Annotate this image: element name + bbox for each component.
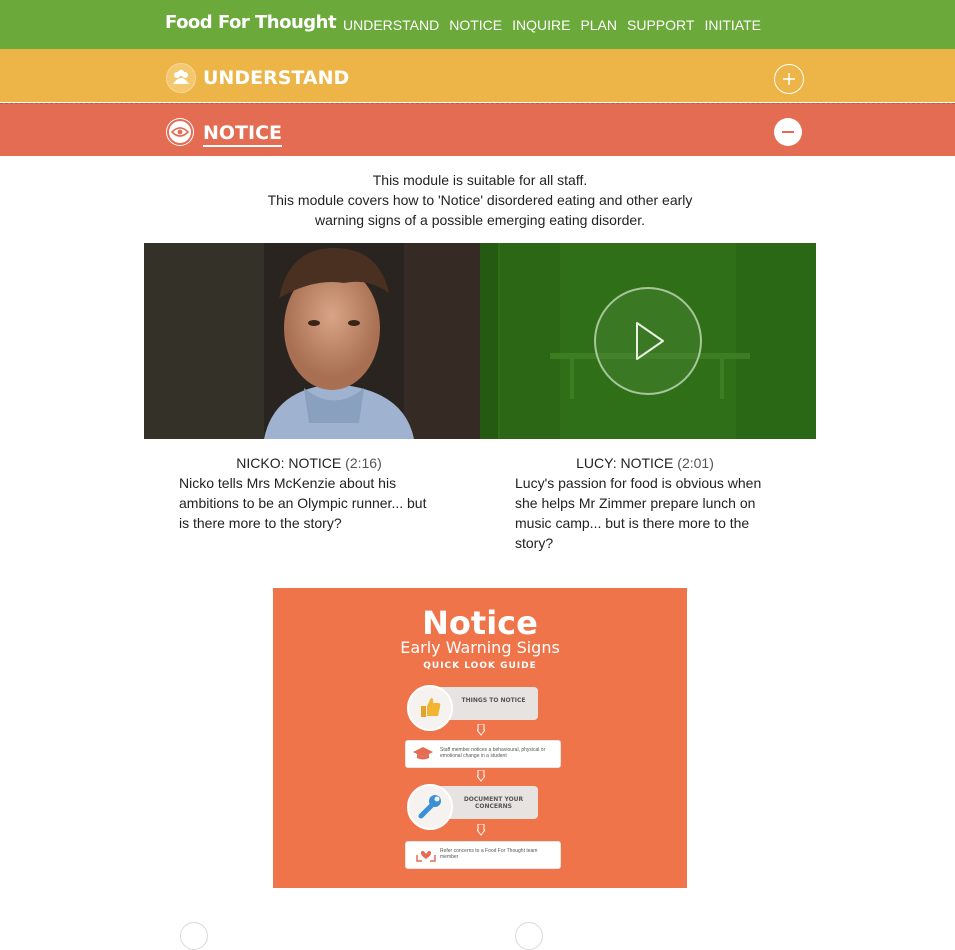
top-navigation-bar: Food For Thought UNDERSTAND NOTICE INQUI…	[0, 0, 955, 49]
pagination-dot[interactable]	[515, 922, 543, 950]
accordion-title-notice: NOTICE	[203, 122, 283, 147]
accordion-understand[interactable]: UNDERSTAND	[0, 49, 955, 102]
poster-title: Notice	[422, 604, 538, 642]
video-description-nicko: Nicko tells Mrs McKenzie about his ambit…	[179, 475, 427, 531]
heart-hands-icon	[416, 846, 436, 866]
eye-icon	[166, 118, 194, 146]
video-duration-nicko: (2:16)	[345, 455, 382, 471]
nav-inquire[interactable]: INQUIRE	[512, 17, 570, 33]
video-caption-nicko: NICKO: NOTICE (2:16) Nicko tells Mrs McK…	[179, 453, 439, 533]
nav-plan[interactable]: PLAN	[580, 17, 617, 33]
wrench-icon	[407, 784, 453, 830]
main-nav: UNDERSTAND NOTICE INQUIRE PLAN SUPPORT I…	[343, 17, 761, 33]
video-thumbnail-lucy[interactable]	[480, 243, 816, 439]
video-title-nicko[interactable]: NICKO: NOTICE (2:16)	[179, 453, 439, 473]
step-detail-2: Refer concerns to a Food For Thought tea…	[405, 841, 561, 869]
intro-line-2: This module covers how to 'Notice' disor…	[267, 192, 693, 228]
site-logo[interactable]: Food For Thought	[165, 12, 337, 33]
video-caption-lucy: LUCY: NOTICE (2:01) Lucy's passion for f…	[515, 453, 775, 553]
accordion-title-understand: UNDERSTAND	[203, 67, 350, 89]
graduation-cap-icon	[412, 746, 434, 764]
nav-understand[interactable]: UNDERSTAND	[343, 17, 439, 33]
arrow-down-icon	[475, 823, 487, 836]
poster-subtitle: Early Warning Signs	[400, 638, 560, 657]
nav-notice[interactable]: NOTICE	[449, 17, 502, 33]
people-icon	[166, 63, 196, 93]
video-duration-lucy: (2:01)	[677, 455, 714, 471]
plus-icon[interactable]	[774, 64, 804, 94]
minus-icon[interactable]	[774, 118, 802, 146]
video-description-lucy: Lucy's passion for food is obvious when …	[515, 475, 762, 551]
step-detail-1: Staff member notices a behavioural, phys…	[405, 740, 561, 768]
poster-tagline: QUICK LOOK GUIDE	[423, 661, 537, 671]
arrow-down-icon	[475, 723, 487, 736]
nav-initiate[interactable]: INITIATE	[704, 17, 761, 33]
quick-look-guide-poster[interactable]: Notice Early Warning Signs QUICK LOOK GU…	[273, 588, 687, 888]
thumbs-up-icon	[407, 685, 453, 731]
intro-line-1: This module is suitable for all staff.	[372, 172, 588, 188]
pagination-dot[interactable]	[180, 922, 208, 950]
nav-support[interactable]: SUPPORT	[627, 17, 694, 33]
accordion-notice[interactable]: NOTICE	[0, 103, 955, 156]
video-title-lucy[interactable]: LUCY: NOTICE (2:01)	[515, 453, 775, 473]
arrow-down-icon	[475, 769, 487, 782]
video-thumbnail-nicko[interactable]	[144, 243, 480, 439]
module-intro: This module is suitable for all staff. T…	[180, 170, 780, 230]
